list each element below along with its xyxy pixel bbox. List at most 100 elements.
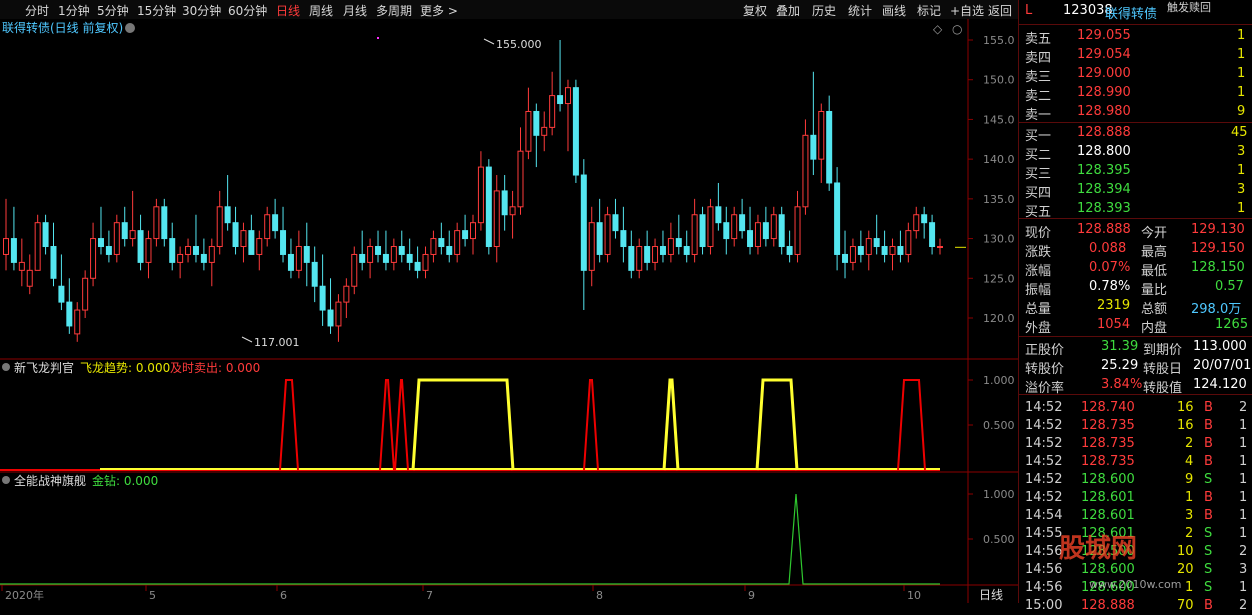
tool-button-3[interactable]: 统计 — [848, 2, 872, 19]
trade-price: 128.740 — [1081, 400, 1135, 415]
period-tab-8[interactable]: 月线 — [343, 2, 367, 19]
trade-volume: 9 — [1185, 472, 1194, 487]
period-tab-1[interactable]: 1分钟 — [58, 2, 90, 19]
ask-label: 卖二 — [1025, 89, 1052, 104]
stat-value: 129.150 — [1191, 241, 1245, 256]
bond-value: 124.120 — [1193, 377, 1247, 392]
stat-row: 现价 128.888 今开 129.130 — [1019, 221, 1252, 241]
candle-body — [58, 285, 65, 303]
candle-body — [652, 246, 659, 263]
candle-body — [137, 230, 144, 263]
indicator1-line1-label: 飞龙趋势: 0.000 — [80, 361, 170, 375]
bond-label: 转股价 — [1025, 362, 1065, 377]
stat-value: 0.07% — [1089, 260, 1131, 275]
ask-volume: 9 — [1237, 104, 1246, 119]
bond-value: 113.000 — [1193, 339, 1247, 354]
ask-row: 卖三 129.000 1 — [1019, 65, 1252, 85]
tool-button-0[interactable]: 复权 — [743, 2, 767, 19]
diamond-icon[interactable]: ◇ — [933, 22, 943, 36]
period-tab-0[interactable]: 分时 — [25, 2, 49, 19]
tool-button-4[interactable]: 画线 — [882, 2, 906, 19]
indicator2-line1-label: 金钻: 0.000 — [92, 473, 158, 488]
stat-value: 0.088 — [1089, 241, 1127, 256]
ind2-gold-line — [0, 493, 940, 585]
ask-volume: 1 — [1237, 85, 1246, 100]
stat-row: 涨幅 0.07% 最低 128.150 — [1019, 259, 1252, 279]
indicator2-dropdown-icon[interactable] — [2, 476, 10, 484]
trade-count: 1 — [1239, 472, 1248, 487]
watermark-url: www.2010w.com — [1089, 578, 1182, 591]
period-tab-6[interactable]: 日线 — [276, 2, 300, 19]
bond-row: 转股价 25.29 转股日 20/07/01 — [1019, 357, 1252, 377]
ask-price: 129.055 — [1077, 28, 1131, 43]
stat-label: 总额 — [1141, 302, 1168, 317]
x-tick-label: 6 — [280, 589, 287, 602]
candle-body — [26, 269, 33, 287]
high-price-label: 155.000 — [496, 38, 542, 51]
tool-button-5[interactable]: 标记 — [917, 2, 941, 19]
trade-volume: 1 — [1185, 580, 1194, 595]
trade-side: S — [1204, 472, 1213, 487]
price-tick-label: 150.0 — [983, 74, 1015, 87]
tool-button-1[interactable]: 叠加 — [776, 2, 800, 19]
indicator1-dropdown-icon[interactable] — [2, 363, 10, 371]
trade-row: 14:52 128.735 16 B 1 — [1019, 417, 1252, 435]
tool-button-2[interactable]: 历史 — [812, 2, 836, 19]
price-tick-label: 120.0 — [983, 312, 1015, 325]
candle-body — [335, 301, 342, 327]
period-tab-3[interactable]: 15分钟 — [137, 2, 176, 19]
candle-body — [351, 253, 358, 287]
period-tab-10[interactable]: 更多 > — [420, 2, 458, 19]
trade-row: 14:54 128.601 3 B 1 — [1019, 507, 1252, 525]
candle-body — [739, 214, 746, 232]
stat-value: 0.57 — [1215, 279, 1244, 294]
candle-body — [525, 110, 532, 152]
candle-body — [272, 214, 279, 232]
candle-body — [557, 95, 564, 105]
chart-area[interactable]: 联得转债(日线 前复权) ◇ ○ 155.0 150.0 145.0 140.0 135.0 1… — [0, 19, 1018, 603]
candle-body — [97, 238, 104, 248]
bond-value: 25.29 — [1101, 358, 1139, 373]
ind1-red-pulse — [394, 379, 409, 471]
trade-side: S — [1204, 526, 1213, 541]
candle-body — [382, 253, 389, 263]
ask-price: 128.980 — [1077, 104, 1131, 119]
candle-body — [311, 261, 318, 287]
stat-value: 298.0万 — [1191, 302, 1242, 317]
candle-body — [517, 150, 524, 208]
dropdown-icon[interactable] — [125, 23, 135, 33]
tool-button-7[interactable]: 返回 — [988, 2, 1012, 19]
period-tab-7[interactable]: 周线 — [309, 2, 333, 19]
candle-body — [287, 253, 294, 271]
candle-body — [541, 126, 548, 136]
period-tab-4[interactable]: 30分钟 — [182, 2, 221, 19]
settings-icon[interactable]: ○ — [952, 22, 962, 36]
trade-row: 15:00 128.888 70 B 2 — [1019, 597, 1252, 615]
candle-body — [929, 222, 936, 248]
ind1-red-pulse — [583, 379, 599, 471]
stat-label: 量比 — [1141, 283, 1168, 298]
trade-volume: 16 — [1177, 418, 1194, 433]
stat-value: 128.888 — [1077, 222, 1131, 237]
trade-row: 14:52 128.735 4 B 1 — [1019, 453, 1252, 471]
trade-time: 15:00 — [1025, 598, 1063, 613]
stat-value: 1054 — [1097, 317, 1131, 332]
price-tick-label: 145.0 — [983, 113, 1015, 126]
period-tab-5[interactable]: 60分钟 — [228, 2, 267, 19]
candle-body — [921, 214, 928, 224]
tool-button-6[interactable]: +自选 — [950, 2, 984, 19]
trade-volume: 70 — [1177, 598, 1194, 613]
period-tab-9[interactable]: 多周期 — [376, 2, 412, 19]
candle-body — [18, 261, 25, 271]
period-tab-2[interactable]: 5分钟 — [97, 2, 129, 19]
kline-chart-svg[interactable]: 联得转债(日线 前复权) ◇ ○ 155.0 150.0 145.0 140.0 135.0 1… — [0, 19, 1018, 603]
candle-body — [192, 246, 199, 255]
quote-header: L 123038 联得转债 触发赎回 — [1019, 1, 1252, 22]
stat-value: 0.78% — [1089, 279, 1131, 294]
bid-label: 买四 — [1025, 186, 1052, 201]
bid-price: 128.394 — [1077, 182, 1131, 197]
stat-value: 1265 — [1215, 317, 1249, 332]
trade-time: 14:54 — [1025, 508, 1063, 523]
candle-body — [620, 230, 627, 248]
indicator1-name: 新飞龙判官 — [14, 360, 74, 375]
